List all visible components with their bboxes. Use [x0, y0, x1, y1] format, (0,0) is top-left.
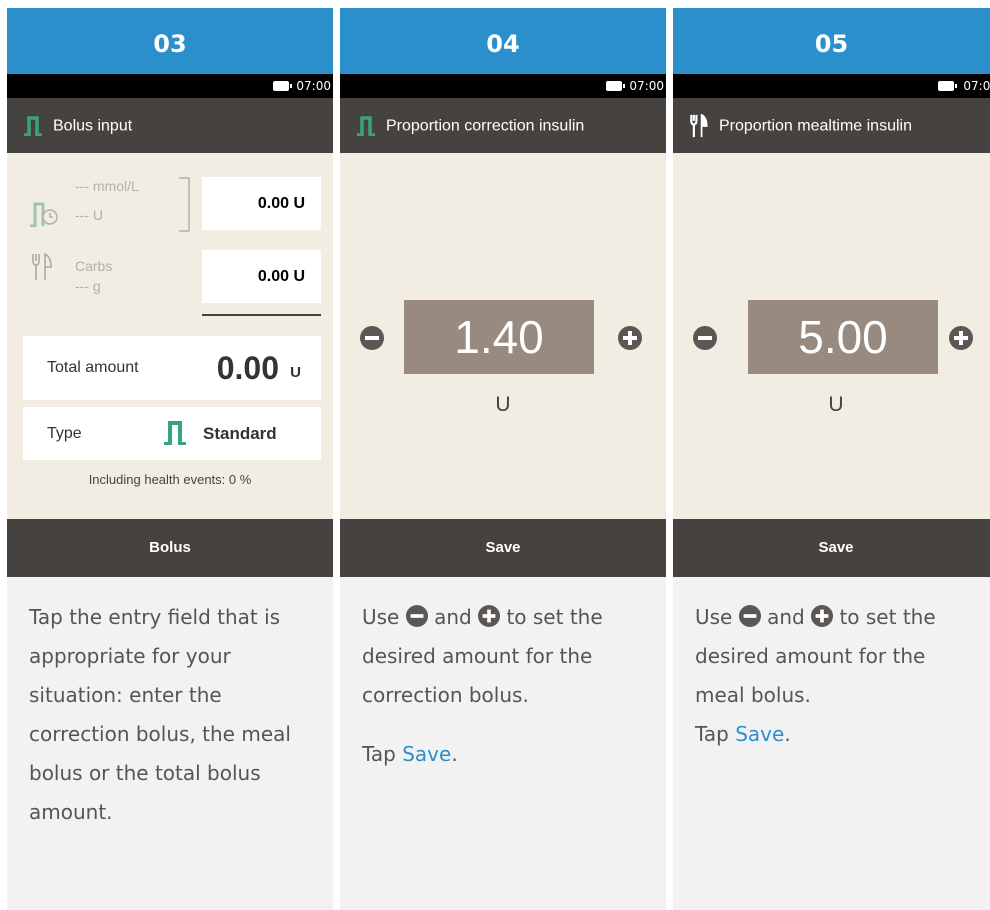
screen-title: Bolus input: [53, 117, 133, 135]
step-number: 05: [673, 8, 990, 74]
panel-correction-insulin: 04 07:00 Proportion correction insulin 1…: [340, 8, 666, 910]
instruction-use: Use: [695, 605, 733, 629]
screen-title: Proportion correction insulin: [386, 117, 585, 135]
instruction-text: Use and to set the desired amount for th…: [673, 577, 990, 910]
value-editor: 1.40 U: [340, 153, 666, 519]
status-bar: 07:00: [340, 74, 666, 98]
screen-header: Bolus input: [7, 98, 333, 153]
status-bar: 07:00: [673, 74, 990, 98]
instruction-tap: Tap: [695, 722, 729, 746]
status-time: 07:00: [296, 79, 331, 93]
correction-bolus-icon: [30, 202, 58, 227]
carbs-label: Carbs: [75, 258, 113, 274]
type-label: Type: [47, 425, 82, 442]
minus-icon: [738, 605, 761, 627]
save-button[interactable]: Save: [340, 519, 666, 577]
save-button[interactable]: Save: [673, 519, 990, 577]
health-events-note: Including health events: 0 %: [88, 472, 252, 487]
bolus-button[interactable]: Bolus: [7, 519, 333, 577]
fork-knife-icon: [690, 113, 708, 137]
status-time: 07:00: [629, 79, 664, 93]
value-unit: U: [828, 393, 844, 416]
sum-divider: [202, 314, 321, 316]
instruction-paragraph: Tap the entry field that is appropriate …: [29, 605, 291, 824]
correction-glucose: --- mmol/L: [75, 178, 139, 194]
status-time: 07:00: [963, 79, 990, 93]
meal-bolus-field[interactable]: 0.00 U: [202, 250, 321, 303]
correction-bolus-field[interactable]: 0.00 U: [202, 177, 321, 230]
total-label: Total amount: [47, 359, 139, 376]
instruction-text: Tap the entry field that is appropriate …: [7, 577, 333, 910]
save-link[interactable]: Save: [735, 722, 784, 746]
bolus-standard-icon: [164, 421, 186, 445]
correction-units: --- U: [75, 207, 103, 223]
value-editor: 5.00 U: [673, 153, 990, 519]
plus-icon: [478, 605, 501, 627]
total-unit: U: [290, 364, 301, 381]
status-bar: 07:00: [7, 74, 333, 98]
bolus-type-field[interactable]: Type Standard: [23, 407, 321, 460]
instruction-period: .: [451, 742, 458, 766]
bolus-standard-icon: [357, 116, 375, 137]
type-value: Standard: [203, 424, 277, 443]
save-link[interactable]: Save: [402, 742, 451, 766]
panel-bolus-input: 03 07:00 Bolus input --- mmol/L --- U 0.…: [7, 8, 333, 910]
panel-mealtime-insulin: 05 07:00 Proportion mealtime insulin 5.0…: [673, 8, 990, 910]
screen-header: Proportion correction insulin: [340, 98, 666, 153]
total-value: 0.00: [216, 350, 279, 386]
instruction-and: and: [434, 605, 472, 629]
bracket: [179, 177, 190, 232]
value-display: 1.40: [404, 300, 594, 374]
battery-icon: [938, 81, 957, 91]
plus-button[interactable]: [618, 326, 642, 350]
instruction-text: Use and to set the desired amount for th…: [340, 577, 666, 910]
instruction-tap: Tap: [362, 742, 396, 766]
battery-icon: [273, 81, 292, 91]
plus-icon: [811, 605, 834, 627]
minus-icon: [405, 605, 428, 627]
screen-header: Proportion mealtime insulin: [673, 98, 990, 153]
carbs-amount: --- g: [75, 278, 101, 294]
minus-button[interactable]: [360, 326, 384, 350]
screen-title: Proportion mealtime insulin: [719, 117, 912, 135]
value-unit: U: [495, 393, 511, 416]
total-amount-field[interactable]: Total amount 0.00 U: [23, 336, 321, 400]
instruction-period: .: [784, 722, 791, 746]
bolus-input-form: --- mmol/L --- U 0.00 U Carbs --- g 0.00…: [7, 153, 333, 519]
step-number: 04: [340, 8, 666, 74]
battery-icon: [606, 81, 625, 91]
plus-button[interactable]: [949, 326, 973, 350]
minus-button[interactable]: [693, 326, 717, 350]
bolus-standard-icon: [24, 116, 42, 137]
fork-knife-icon: [32, 253, 52, 280]
value-display: 5.00: [748, 300, 938, 374]
step-number: 03: [7, 8, 333, 74]
instruction-and: and: [767, 605, 805, 629]
instruction-use: Use: [362, 605, 400, 629]
